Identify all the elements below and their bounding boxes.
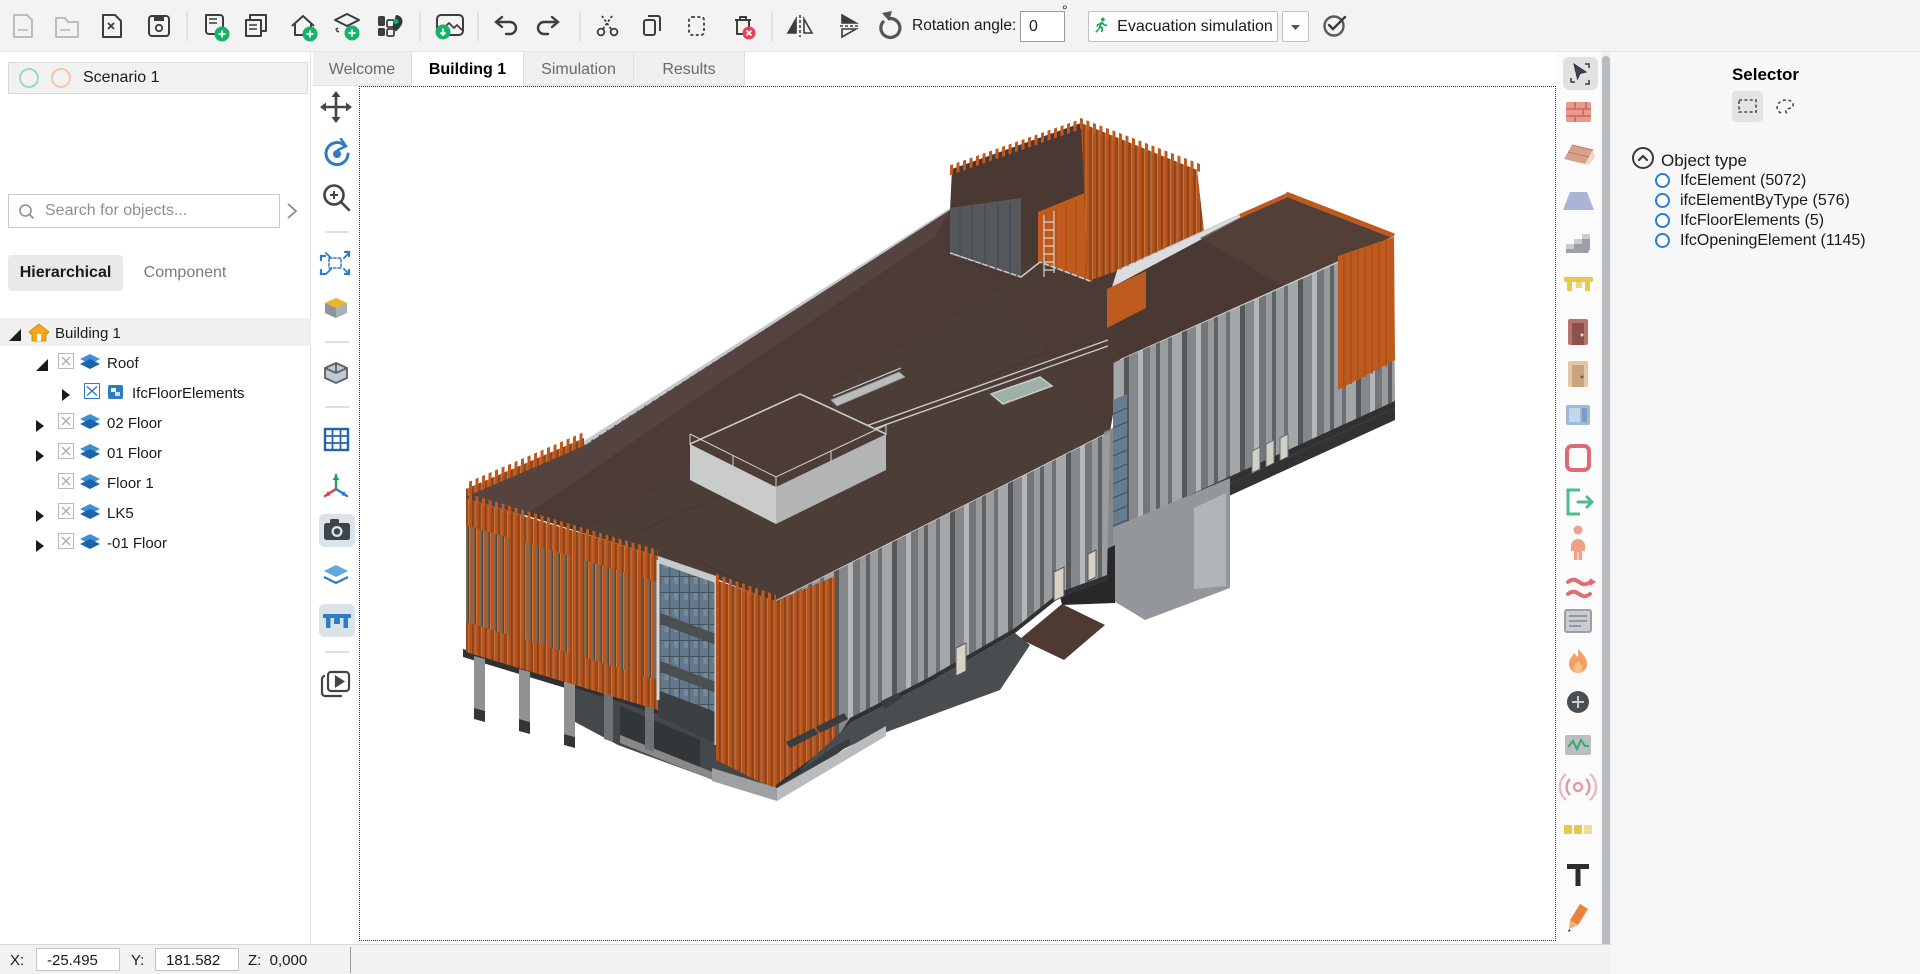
svg-text:LK5: LK5 bbox=[107, 505, 134, 522]
svg-text:02 Floor: 02 Floor bbox=[107, 415, 162, 432]
svg-text:-01 Floor: -01 Floor bbox=[107, 535, 167, 552]
svg-text:01 Floor: 01 Floor bbox=[107, 445, 162, 462]
svg-text:Floor 1: Floor 1 bbox=[107, 475, 154, 492]
svg-text:IfcFloorElements: IfcFloorElements bbox=[132, 385, 245, 402]
svg-text:Building 1: Building 1 bbox=[55, 325, 121, 342]
svg-text:Roof: Roof bbox=[107, 355, 140, 372]
